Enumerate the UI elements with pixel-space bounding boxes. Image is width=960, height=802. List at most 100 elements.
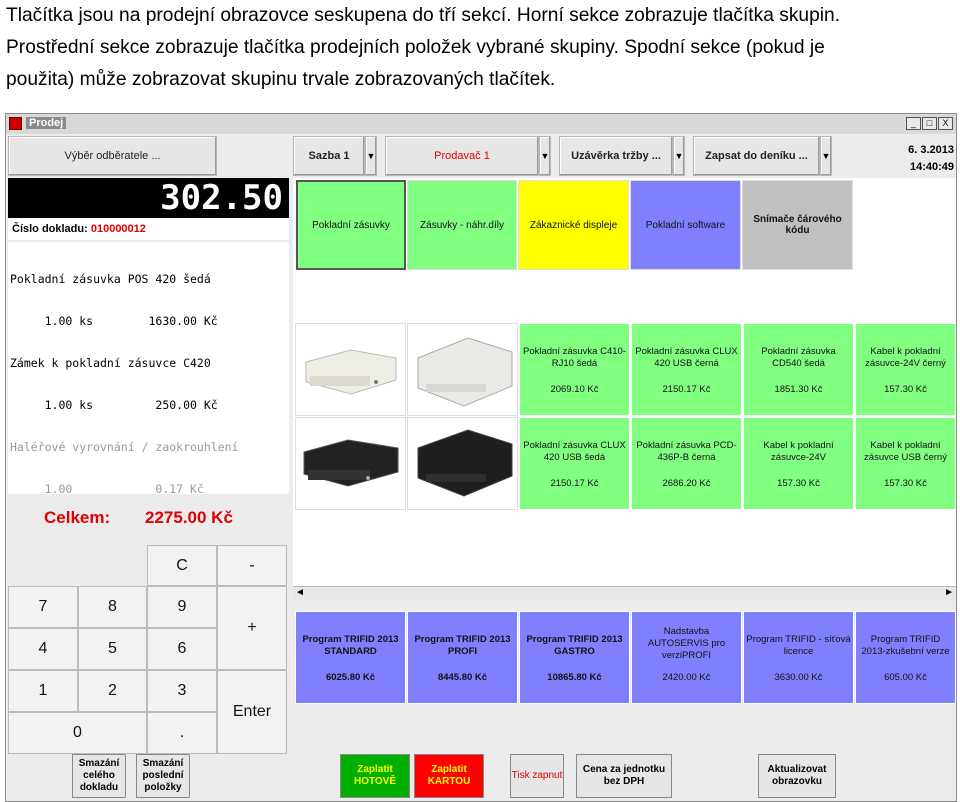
key-dot[interactable]: . bbox=[147, 712, 217, 754]
net-price-button[interactable]: Cena za jednotku bez DPH bbox=[576, 754, 672, 798]
key-4[interactable]: 4 bbox=[8, 628, 78, 670]
receipt-line[interactable]: Haléřové vyrovnání / zaokrouhlení bbox=[10, 440, 287, 454]
cash-drawer-image bbox=[417, 337, 513, 407]
key-plus[interactable]: + bbox=[217, 586, 287, 670]
journal-dropdown-icon[interactable]: ▼ bbox=[820, 136, 832, 176]
item-name: Kabel k pokladní zásuvce-24V bbox=[763, 440, 834, 463]
maximize-button[interactable]: □ bbox=[922, 117, 937, 130]
item-name: Program TRIFID 2013 GASTRO bbox=[526, 634, 623, 657]
caption-line-3: použita) může zobrazovat skupinu trvale … bbox=[6, 69, 556, 90]
title-bar: Prodej _ □ X bbox=[6, 114, 956, 134]
receipt-line[interactable]: 1.00 ks 1630.00 Kč bbox=[10, 314, 287, 328]
item-price: 2150.17 Kč bbox=[662, 384, 711, 395]
total-row: Celkem: 2275.00 Kč bbox=[8, 498, 289, 538]
app-icon bbox=[9, 117, 22, 130]
refresh-screen-button[interactable]: Aktualizovat obrazovku bbox=[758, 754, 836, 798]
closing-dropdown-icon[interactable]: ▼ bbox=[673, 136, 685, 176]
doc-number-label: Číslo dokladu: bbox=[12, 223, 88, 235]
item-tile[interactable]: Kabel k pokladní zásuvce-24V černý 157.30… bbox=[855, 323, 956, 416]
item-name: Program TRIFID 2013-zkušební verze bbox=[861, 634, 950, 657]
item-name: Pokladní zásuvka CLUX 420 USB černá bbox=[635, 346, 738, 369]
close-button[interactable]: X bbox=[938, 117, 953, 130]
total-label: Celkem: bbox=[44, 508, 111, 527]
item-name: Program TRIFID 2013 PROFI bbox=[414, 634, 511, 657]
item-price: 157.30 Kč bbox=[884, 384, 927, 395]
key-7[interactable]: 7 bbox=[8, 586, 78, 628]
group-label: Snímače čárového kódu bbox=[753, 214, 842, 236]
key-c[interactable]: C bbox=[147, 545, 217, 586]
key-9[interactable]: 9 bbox=[147, 586, 217, 628]
item-name: Pokladní zásuvka CD540 šedá bbox=[761, 346, 836, 369]
item-image-drawer-beige[interactable] bbox=[295, 323, 406, 416]
item-tile[interactable]: Pokladní zásuvka PCD-436P-B černá 2686.20… bbox=[631, 417, 742, 510]
item-image-drawer-black[interactable] bbox=[295, 417, 406, 510]
print-toggle-button[interactable]: Tisk zapnut bbox=[510, 754, 564, 798]
key-8[interactable]: 8 bbox=[78, 586, 147, 628]
item-price: 2686.20 Kč bbox=[662, 478, 711, 489]
group-pos-software[interactable]: Pokladní software bbox=[630, 180, 741, 270]
caption-line-2: Prostřední sekce zobrazuje tlačítka prod… bbox=[6, 37, 825, 58]
key-2[interactable]: 2 bbox=[78, 670, 147, 712]
pay-cash-button[interactable]: Zaplatit HOTOVĚ bbox=[340, 754, 410, 798]
item-price: 2150.17 Kč bbox=[550, 478, 599, 489]
customer-select-button[interactable]: Výběr odběratele ... bbox=[8, 136, 217, 176]
software-tile[interactable]: Program TRIFID 2013 GASTRO 10865.80 Kč bbox=[519, 611, 630, 704]
item-name: Pokladní zásuvka CLUX 420 USB šedá bbox=[523, 440, 626, 463]
closing-button[interactable]: Uzávěrka tržby ... bbox=[559, 136, 673, 176]
delete-document-button[interactable]: Smazání celého dokladu bbox=[72, 754, 126, 798]
group-drawer-parts[interactable]: Zásuvky - náhr.díly bbox=[407, 180, 517, 270]
item-tile[interactable]: Pokladní zásuvka C410-RJ10 šedá 2069.10 K… bbox=[519, 323, 630, 416]
item-image-drawer-black-2[interactable] bbox=[407, 417, 518, 510]
receipt-line[interactable]: 1.00 0.17 Kč bbox=[10, 482, 287, 496]
item-name: Nadstavba AUTOSERVIS pro verziPROFI bbox=[647, 626, 726, 661]
item-tile[interactable]: Kabel k pokladní zásuvce-24V 157.30 Kč bbox=[743, 417, 854, 510]
total-value: 2275.00 Kč bbox=[145, 508, 233, 527]
cash-drawer-image bbox=[303, 439, 399, 487]
horizontal-scrollbar[interactable]: ◄ ► bbox=[293, 586, 956, 600]
minimize-button[interactable]: _ bbox=[906, 117, 921, 130]
scroll-left-icon[interactable]: ◄ bbox=[295, 587, 305, 598]
scroll-right-icon[interactable]: ► bbox=[944, 587, 954, 598]
key-6[interactable]: 6 bbox=[147, 628, 217, 670]
item-tile[interactable]: Pokladní zásuvka CD540 šedá 1851.30 Kč bbox=[743, 323, 854, 416]
software-tile[interactable]: Program TRIFID 2013-zkušební verze 605.00… bbox=[855, 611, 956, 704]
rate-dropdown-icon[interactable]: ▼ bbox=[365, 136, 377, 176]
key-enter[interactable]: Enter bbox=[217, 670, 287, 754]
seller-dropdown-icon[interactable]: ▼ bbox=[539, 136, 551, 176]
journal-button[interactable]: Zapsat do deníku ... bbox=[693, 136, 820, 176]
rate-select[interactable]: Sazba 1 bbox=[293, 136, 365, 176]
software-tile[interactable]: Program TRIFID - síťová licence 3630.00 K… bbox=[743, 611, 854, 704]
group-cash-drawers[interactable]: Pokladní zásuvky bbox=[296, 180, 406, 270]
software-tile[interactable]: Program TRIFID 2013 STANDARD 6025.80 Kč bbox=[295, 611, 406, 704]
item-image-drawer-white[interactable] bbox=[407, 323, 518, 416]
key-0[interactable]: 0 bbox=[8, 712, 147, 754]
cash-drawer-image bbox=[305, 349, 397, 395]
key-3[interactable]: 3 bbox=[147, 670, 217, 712]
sales-window: Prodej _ □ X Výběr odběratele ... Sazba … bbox=[5, 113, 957, 802]
receipt-line[interactable]: 1.00 ks 250.00 Kč bbox=[10, 398, 287, 412]
key-minus[interactable]: - bbox=[217, 545, 287, 586]
item-price: 157.30 Kč bbox=[777, 478, 820, 489]
receipt-list[interactable]: Pokladní zásuvka POS 420 šedá 1.00 ks 16… bbox=[8, 242, 289, 496]
group-label: Pokladní software bbox=[645, 219, 726, 231]
doc-number-row: Číslo dokladu: 010000012 bbox=[8, 218, 289, 240]
date-text: 6. 3.2013 bbox=[908, 144, 954, 156]
item-tile[interactable]: Pokladní zásuvka CLUX 420 USB šedá 2150.1… bbox=[519, 417, 630, 510]
seller-select[interactable]: Prodavač 1 bbox=[385, 136, 539, 176]
delete-last-item-button[interactable]: Smazání poslední položky bbox=[136, 754, 190, 798]
software-tile[interactable]: Nadstavba AUTOSERVIS pro verziPROFI 2420.… bbox=[631, 611, 742, 704]
key-5[interactable]: 5 bbox=[78, 628, 147, 670]
key-1[interactable]: 1 bbox=[8, 670, 78, 712]
item-name: Program TRIFID - síťová licence bbox=[746, 634, 851, 657]
pay-card-button[interactable]: Zaplatit KARTOU bbox=[414, 754, 484, 798]
receipt-line[interactable]: Pokladní zásuvka POS 420 šedá bbox=[10, 272, 287, 286]
item-price: 10865.80 Kč bbox=[547, 672, 602, 683]
item-tile[interactable]: Kabel k pokladní zásuvce USB černý 157.30… bbox=[855, 417, 956, 510]
item-name: Kabel k pokladní zásuvce USB černý bbox=[864, 440, 947, 463]
receipt-line[interactable]: Zámek k pokladní zásuvce C420 bbox=[10, 356, 287, 370]
software-tile[interactable]: Program TRIFID 2013 PROFI 8445.80 Kč bbox=[407, 611, 518, 704]
item-tile[interactable]: Pokladní zásuvka CLUX 420 USB černá 2150.… bbox=[631, 323, 742, 416]
group-barcode-scanners[interactable]: Snímače čárového kódu bbox=[742, 180, 853, 270]
group-customer-displays[interactable]: Zákaznické displeje bbox=[518, 180, 629, 270]
doc-number-value: 010000012 bbox=[90, 223, 146, 235]
